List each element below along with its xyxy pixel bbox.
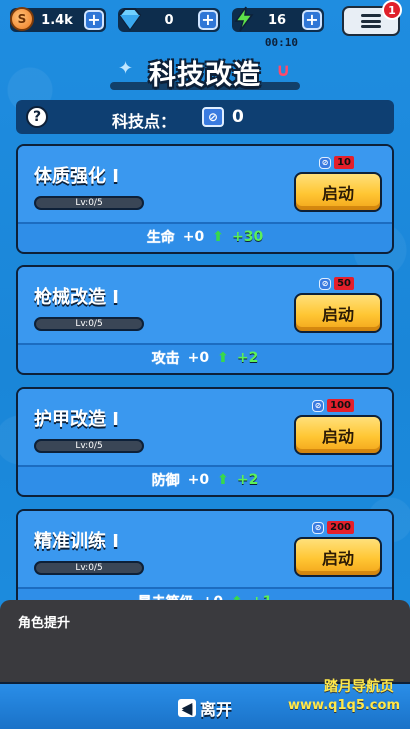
cost-value: 50 <box>334 277 354 290</box>
energy-counter: 16 + <box>230 5 324 33</box>
cost-badge: ⊘ 10 <box>319 156 354 169</box>
magnet-icon: ∪ <box>276 60 291 81</box>
upgrade-name: 枪械改造 I <box>34 287 119 308</box>
upgrade-card-armor: 护甲改造 I Lv:0/5 ⊘ 100 启动 防御 +0 ⬆ +2 <box>16 387 394 497</box>
stat-gain: +30 <box>232 229 264 245</box>
upgrade-card-constitution: 体质强化 I Lv:0/5 ⊘ 10 启动 生命 +0 ⬆ +30 <box>16 144 394 254</box>
watermark-url: www.q1q5.com <box>288 698 400 713</box>
watermark-title: 踏月导航页 <box>324 679 394 695</box>
cost-badge: ⊘ 50 <box>319 277 354 290</box>
level-bar: Lv:0/5 <box>34 317 144 331</box>
start-button[interactable]: 启动 <box>294 172 382 212</box>
tech-chip-icon: ⊘ <box>319 277 332 290</box>
character-upgrade-panel: 角色提升 <box>0 600 410 682</box>
question-icon[interactable]: ? <box>26 106 48 128</box>
top-resource-bar: S 1.4k + 0 + 16 + 1 <box>4 0 406 36</box>
stat-current: +0 <box>182 229 205 245</box>
add-coins-button[interactable]: + <box>84 10 104 30</box>
gem-counter: 0 + <box>118 8 220 32</box>
level-bar: Lv:0/5 <box>34 439 144 453</box>
up-arrow-icon: ⬆ <box>217 350 229 366</box>
cost-value: 10 <box>334 156 354 169</box>
stat-name: 生命 <box>146 230 175 246</box>
level-bar: Lv:0/5 <box>34 196 144 210</box>
diamond-icon <box>116 5 144 33</box>
lightning-icon <box>230 5 258 33</box>
stat-name: 防御 <box>151 473 180 489</box>
menu-button[interactable]: 1 <box>342 0 402 36</box>
tech-points-label: 科技点： <box>112 112 177 131</box>
upgrade-card-weapon: 枪械改造 I Lv:0/5 ⊘ 50 启动 攻击 +0 ⬆ +2 <box>16 265 394 375</box>
add-energy-button[interactable]: + <box>302 10 322 30</box>
start-button[interactable]: 启动 <box>294 415 382 455</box>
leave-button[interactable]: ◀ 离开 <box>177 696 233 720</box>
upgrade-name: 体质强化 I <box>34 166 119 187</box>
add-gems-button[interactable]: + <box>198 10 218 30</box>
cost-value: 100 <box>327 399 354 412</box>
tech-chip-icon: ⊘ <box>312 399 325 412</box>
stat-current: +0 <box>187 472 210 488</box>
up-arrow-icon: ⬆ <box>212 229 224 245</box>
stat-row: 防御 +0 ⬆ +2 <box>18 465 392 495</box>
stat-name: 攻击 <box>151 351 180 367</box>
stat-row: 生命 +0 ⬆ +30 <box>18 222 392 252</box>
stat-gain: +2 <box>236 472 259 488</box>
cost-badge: ⊘ 200 <box>312 521 354 534</box>
start-button[interactable]: 启动 <box>294 293 382 333</box>
stat-current: +0 <box>187 350 210 366</box>
tech-chip-icon: ⊘ <box>312 521 325 534</box>
cost-value: 200 <box>327 521 354 534</box>
notification-badge: 1 <box>382 0 402 20</box>
title-banner: 科技改造 <box>0 52 410 92</box>
upgrade-name: 护甲改造 I <box>34 409 119 430</box>
leave-label: 离开 <box>199 700 233 719</box>
back-arrow-icon: ◀ <box>177 699 196 717</box>
up-arrow-icon: ⬆ <box>217 472 229 488</box>
page-title: 科技改造 <box>149 59 261 91</box>
start-button[interactable]: 启动 <box>294 537 382 577</box>
cost-badge: ⊘ 100 <box>312 399 354 412</box>
stat-gain: +2 <box>236 350 259 366</box>
panel-title: 角色提升 <box>18 616 71 631</box>
upgrade-name: 精准训练 I <box>34 531 119 552</box>
level-bar: Lv:0/5 <box>34 561 144 575</box>
coin-icon: S <box>8 5 36 33</box>
stat-row: 攻击 +0 ⬆ +2 <box>18 343 392 373</box>
timer: 00:10 <box>264 36 298 49</box>
tech-chip-icon: ⊘ <box>202 107 224 127</box>
tech-points-value: 0 <box>232 107 244 127</box>
tech-points-bar: ? 科技点： ⊘ 0 <box>16 100 394 134</box>
coin-counter: S 1.4k + <box>8 5 106 33</box>
hamburger-menu-icon <box>361 14 381 28</box>
tech-chip-icon: ⊘ <box>319 156 332 169</box>
